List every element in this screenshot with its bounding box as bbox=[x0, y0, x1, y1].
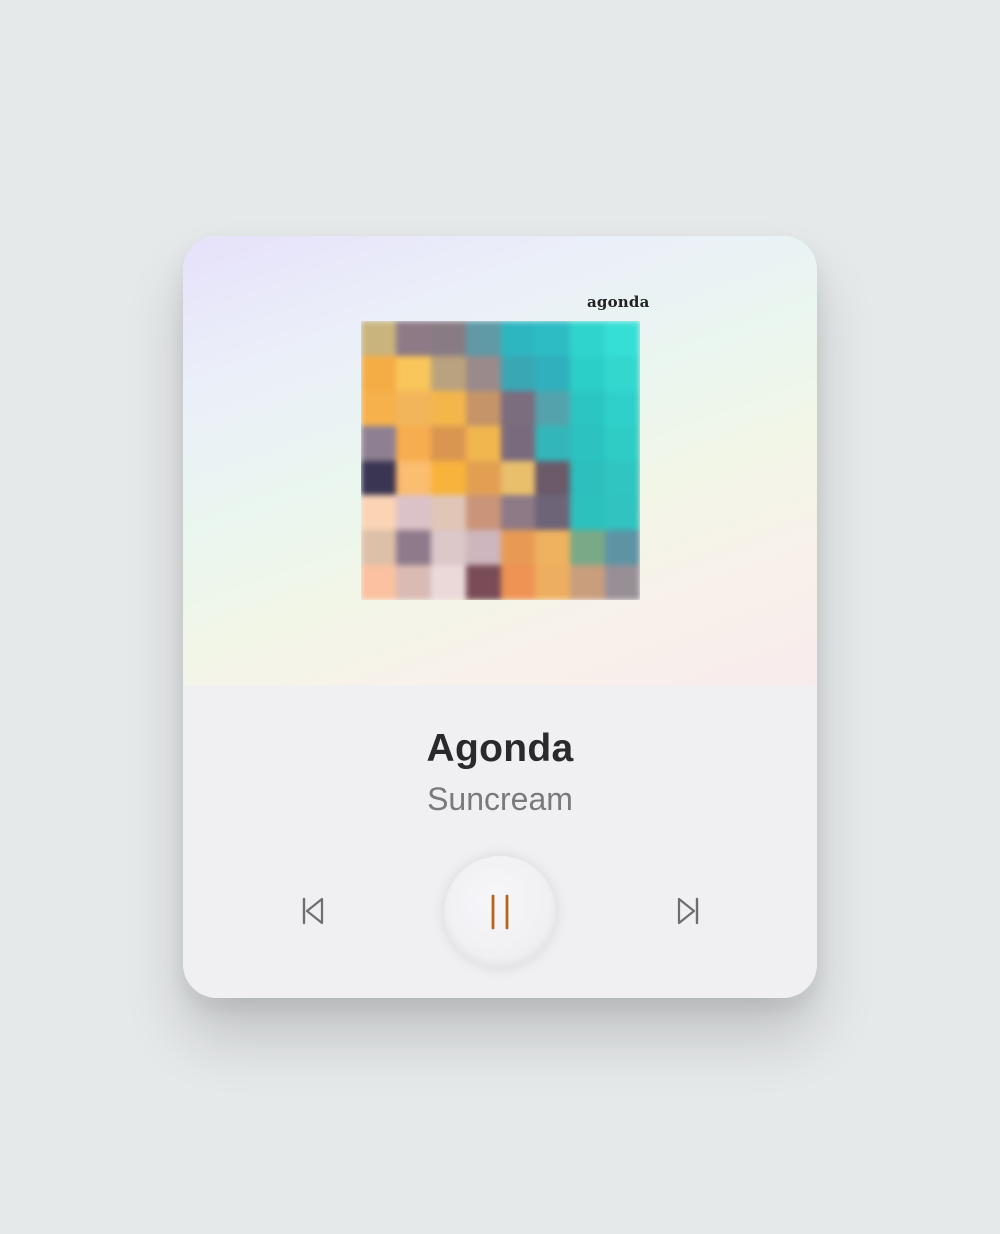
album-cover-tile bbox=[395, 390, 431, 426]
album-cover-tile bbox=[361, 355, 396, 391]
album-cover-tile bbox=[465, 530, 501, 566]
album-cover bbox=[361, 321, 640, 600]
album-cover-tile bbox=[570, 355, 606, 391]
track-title: Agonda bbox=[426, 727, 574, 770]
album-cover-tile bbox=[430, 495, 466, 531]
album-cover-tile bbox=[465, 390, 501, 426]
album-cover-tile bbox=[465, 460, 501, 496]
skip-previous-icon bbox=[302, 897, 324, 925]
album-cover-tile bbox=[500, 460, 536, 496]
album-cover-tile bbox=[535, 355, 571, 391]
album-cover-tile bbox=[535, 495, 571, 531]
album-cover-tile bbox=[605, 390, 640, 426]
album-cover-tile bbox=[500, 565, 536, 600]
album-cover-tile bbox=[465, 565, 501, 600]
album-cover-tile bbox=[395, 565, 431, 600]
album-cover-tile bbox=[361, 460, 396, 496]
album-cover-tile bbox=[535, 460, 571, 496]
track-info-area: Agonda Suncream bbox=[183, 685, 817, 998]
album-cover-tile bbox=[395, 495, 431, 531]
album-cover-tile bbox=[395, 355, 431, 391]
album-cover-frame bbox=[361, 321, 640, 600]
album-cover-tile bbox=[605, 460, 640, 496]
album-cover-tile bbox=[500, 530, 536, 566]
album-cover-tile bbox=[535, 321, 571, 356]
album-cover-tile bbox=[465, 321, 501, 356]
album-cover-tile bbox=[430, 530, 466, 566]
album-cover-tile bbox=[535, 425, 571, 461]
pause-button[interactable] bbox=[444, 856, 556, 968]
album-cover-tile bbox=[395, 425, 431, 461]
album-cover-tile bbox=[500, 321, 536, 356]
album-cover-tile bbox=[430, 390, 466, 426]
album-cover-tile bbox=[570, 530, 606, 566]
album-cover-tile bbox=[605, 321, 640, 356]
album-cover-tile bbox=[395, 321, 431, 356]
album-cover-tile bbox=[465, 355, 501, 391]
album-cover-tile bbox=[570, 565, 606, 600]
album-cover-tile bbox=[605, 495, 640, 531]
album-cover-tile bbox=[361, 425, 396, 461]
album-cover-tile bbox=[570, 495, 606, 531]
album-cover-tile bbox=[395, 460, 431, 496]
pause-icon bbox=[491, 894, 509, 930]
album-cover-tile bbox=[500, 425, 536, 461]
album-cover-tile bbox=[500, 495, 536, 531]
brand-label: agonda bbox=[587, 293, 650, 311]
album-cover-tile bbox=[605, 425, 640, 461]
next-track-button[interactable] bbox=[668, 891, 708, 931]
album-cover-tile bbox=[570, 425, 606, 461]
album-cover-tile bbox=[570, 321, 606, 356]
album-cover-tile bbox=[430, 321, 466, 356]
album-cover-tile bbox=[535, 390, 571, 426]
album-art-area: agonda bbox=[183, 236, 817, 685]
album-cover-tile bbox=[361, 495, 396, 531]
music-player-card: agonda Agonda Suncream bbox=[183, 236, 817, 998]
skip-next-icon bbox=[677, 897, 699, 925]
album-cover-tile bbox=[535, 530, 571, 566]
previous-track-button[interactable] bbox=[293, 891, 333, 931]
album-cover-tile bbox=[361, 390, 396, 426]
album-cover-tile bbox=[535, 565, 571, 600]
album-cover-tile bbox=[361, 565, 396, 600]
album-cover-tile bbox=[430, 425, 466, 461]
album-cover-tile bbox=[500, 355, 536, 391]
album-cover-tile bbox=[605, 565, 640, 600]
album-cover-tile bbox=[605, 355, 640, 391]
track-artist: Suncream bbox=[427, 781, 573, 817]
album-cover-tile bbox=[430, 565, 466, 600]
album-cover-tile bbox=[361, 530, 396, 566]
album-cover-tile bbox=[430, 355, 466, 391]
album-cover-tile bbox=[570, 390, 606, 426]
album-cover-tile bbox=[465, 425, 501, 461]
album-cover-tile bbox=[361, 321, 396, 356]
album-cover-tile bbox=[605, 530, 640, 566]
album-cover-tile bbox=[465, 495, 501, 531]
album-cover-tile bbox=[500, 390, 536, 426]
album-cover-tile bbox=[395, 530, 431, 566]
album-cover-tile bbox=[570, 460, 606, 496]
album-cover-tile bbox=[430, 460, 466, 496]
